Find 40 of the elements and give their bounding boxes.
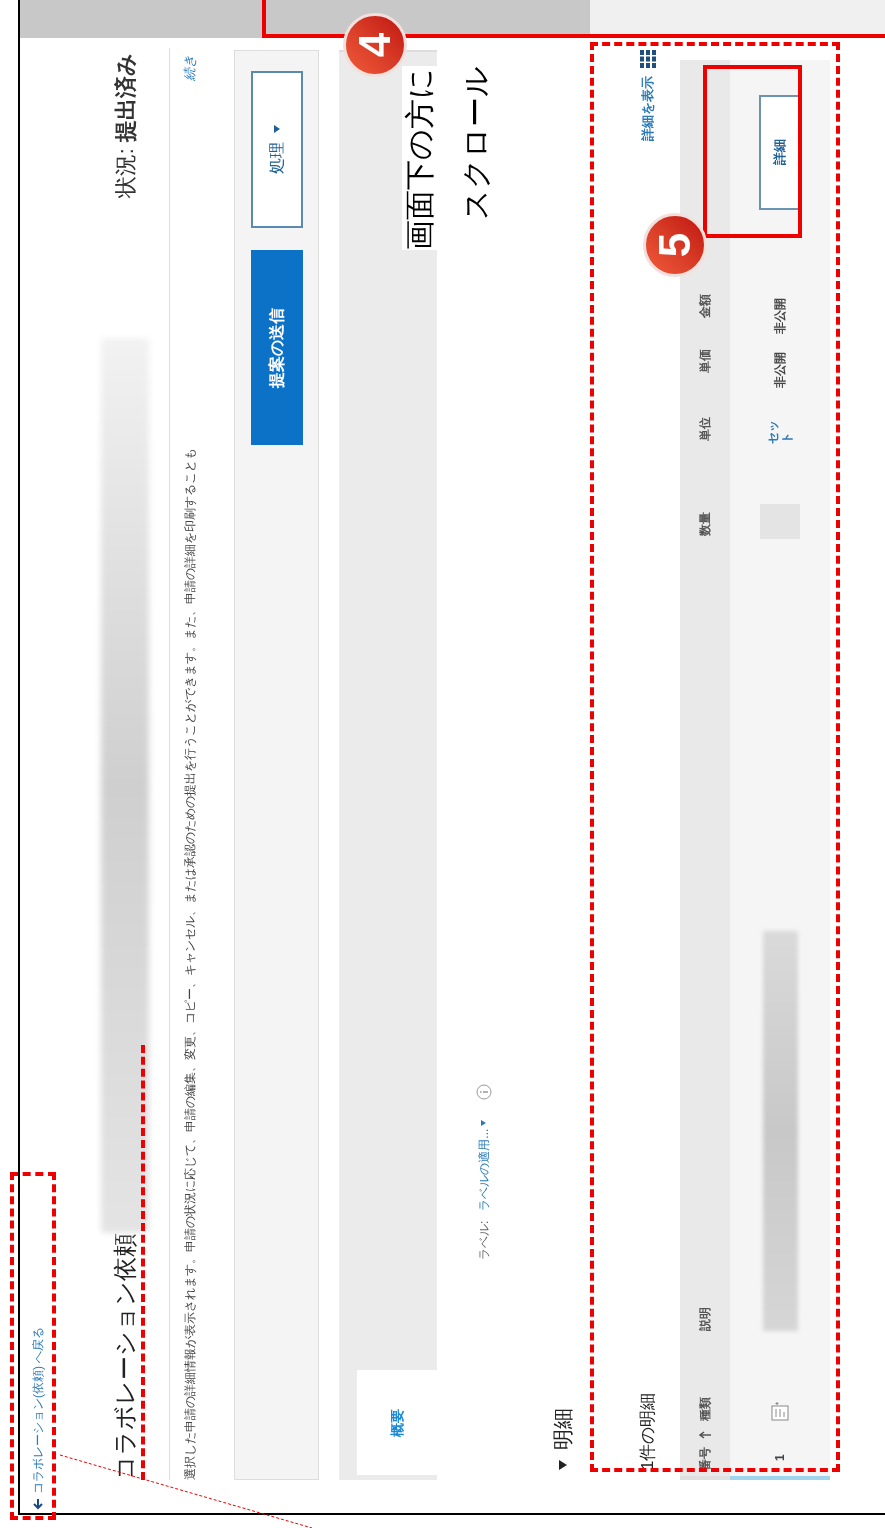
annotation-text: スクロール xyxy=(458,66,493,222)
table-cell-text: 非公開 xyxy=(772,297,788,334)
back-link[interactable]: コラボレーション(依頼) へ戻る xyxy=(30,1326,45,1510)
info-icon[interactable] xyxy=(475,1083,492,1100)
back-arrow-icon xyxy=(31,1498,44,1510)
tab[interactable]: 概要 xyxy=(357,1370,437,1475)
labels-label: ラベル: xyxy=(475,1220,492,1260)
expand-caret-icon[interactable] xyxy=(557,1460,568,1470)
details-button[interactable]: 詳細 xyxy=(759,94,801,210)
unit-link[interactable]: セット xyxy=(766,418,794,445)
column-header[interactable]: 金額 xyxy=(696,289,714,344)
grid-icon xyxy=(639,50,656,68)
caret-icon xyxy=(273,125,280,134)
table-cell-text: 1 xyxy=(772,1454,788,1463)
item-count-text: 1件の明細 xyxy=(636,1392,658,1470)
show-details-link[interactable]: 詳細を表示 xyxy=(637,50,658,141)
apply-labels-link[interactable]: ラベルの適用... xyxy=(474,1119,493,1211)
description-text: 選択した申請の詳細情報が表示されます。申請の状況に応じて、申請の編集、変更、コピー、キャンセル、または承認のための提出を行うことができます。また、申請の詳細を印刷することも xyxy=(182,448,198,1480)
table-row[interactable]: 1 セット 非公開 非公開 詳細 xyxy=(730,60,830,1480)
column-header[interactable]: 種類 xyxy=(696,1336,714,1426)
column-label: 数量 xyxy=(697,512,713,536)
column-label: 金額 xyxy=(697,294,713,318)
page-title: コラボレーション依頼 xyxy=(110,1233,139,1480)
column-label: 説明 xyxy=(697,1307,713,1331)
column-header[interactable]: 説明 xyxy=(696,541,714,1336)
caret-icon xyxy=(481,1119,486,1126)
actions-menu-button[interactable]: 処理 xyxy=(250,71,303,228)
table-cell-text: 非公開 xyxy=(772,352,788,389)
column-header[interactable]: 単価 xyxy=(696,344,714,399)
more-link[interactable]: 続き xyxy=(180,55,200,81)
status-text: 状況: 提出済み xyxy=(111,53,139,199)
section-title: 明細 xyxy=(549,1408,575,1450)
column-label: 単価 xyxy=(697,349,713,373)
column-header[interactable]: 数量 xyxy=(696,446,714,541)
column-label: 単位 xyxy=(697,417,713,441)
column-label: 種類 xyxy=(697,1397,713,1421)
sort-arrow-icon xyxy=(699,1431,711,1439)
document-icon xyxy=(771,1401,789,1422)
column-header[interactable]: 単位 xyxy=(696,399,714,446)
send-proposal-button[interactable]: 提案の送信 xyxy=(250,250,303,445)
